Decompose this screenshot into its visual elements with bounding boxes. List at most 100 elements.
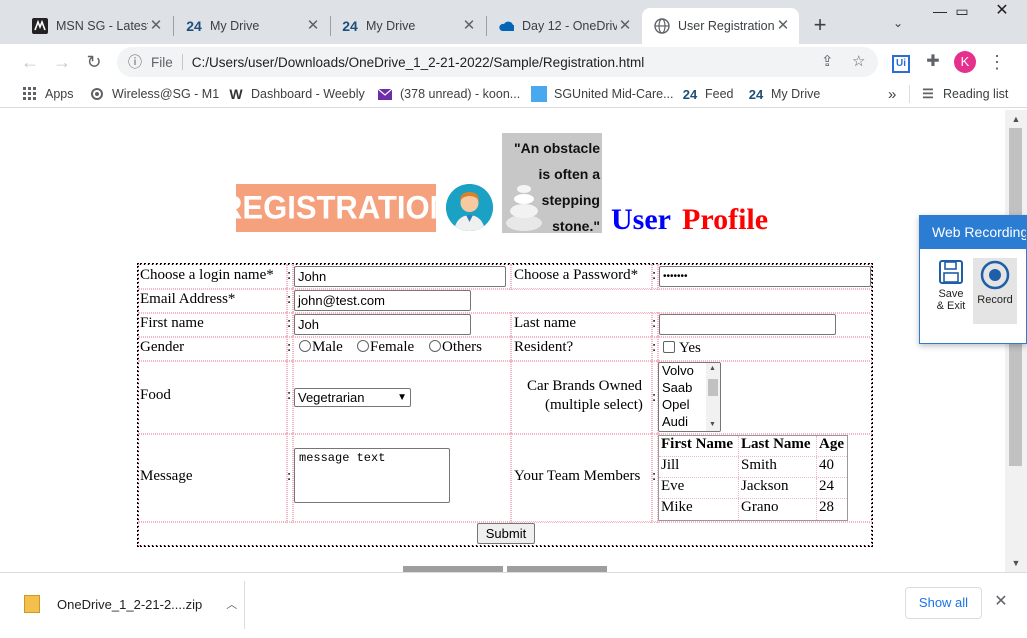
- table-cell: Smith: [739, 457, 817, 477]
- table-cell: 24: [819, 478, 834, 494]
- team-members-label: Your Team Members: [514, 468, 641, 484]
- tab-msn[interactable]: MSN SG - Latest ✕: [20, 8, 172, 44]
- submit-button[interactable]: Submit: [477, 523, 535, 544]
- checkbox[interactable]: [663, 341, 675, 353]
- window-close-button[interactable]: ✕: [985, 0, 1019, 22]
- bookmark-feed[interactable]: 24 Feed: [682, 84, 734, 104]
- radio-button[interactable]: [357, 340, 369, 352]
- maximize-button[interactable]: ▭: [945, 0, 979, 22]
- password-input[interactable]: •••••••: [659, 266, 871, 287]
- colon: :: [652, 339, 657, 355]
- radio-button[interactable]: [429, 340, 441, 352]
- bookmark-mail[interactable]: (378 unread) - koon...: [377, 84, 520, 104]
- close-icon[interactable]: ✕: [148, 18, 164, 34]
- colon: :: [287, 339, 292, 355]
- new-tab-button[interactable]: +: [808, 14, 832, 38]
- scroll-down-arrow-icon[interactable]: ▼: [709, 421, 716, 428]
- password-label: Choose a Password*: [514, 267, 639, 283]
- tab-search-chevron-icon[interactable]: ⌄: [888, 16, 908, 36]
- zip-file-icon: [24, 595, 40, 613]
- url-text[interactable]: C:/Users/user/Downloads/OneDrive_1_2-21-…: [192, 55, 644, 70]
- forward-arrow-icon[interactable]: →: [48, 48, 76, 76]
- globe-icon: [654, 18, 670, 34]
- multiselect-scrollbar[interactable]: ▲ ▼: [706, 363, 720, 431]
- last-name-input[interactable]: [659, 314, 836, 335]
- bookmark-square-icon: [531, 86, 547, 102]
- close-icon[interactable]: ✕: [461, 18, 477, 34]
- radio-button[interactable]: [299, 340, 311, 352]
- close-icon[interactable]: ✕: [617, 18, 633, 34]
- page-title-profile: Profile: [682, 203, 769, 236]
- save-exit-label: Save: [938, 288, 964, 300]
- colon: :: [287, 315, 292, 331]
- login-name-input[interactable]: John: [294, 266, 506, 287]
- first-name-input[interactable]: Joh: [294, 314, 471, 335]
- scroll-up-arrow-icon[interactable]: ▲: [709, 365, 716, 372]
- table-row: Mike Grano 28: [659, 499, 847, 520]
- address-bar[interactable]: ⓘ File C:/Users/user/Downloads/OneDrive_…: [117, 47, 878, 77]
- close-icon[interactable]: ✕: [305, 18, 321, 34]
- resident-checkbox-yes[interactable]: Yes: [663, 340, 701, 357]
- share-icon[interactable]: ⇪: [821, 52, 834, 70]
- profile-initial: K: [954, 51, 976, 73]
- close-icon[interactable]: ✕: [775, 18, 791, 34]
- scroll-up-arrow-icon[interactable]: ▲: [1005, 112, 1027, 126]
- reload-icon[interactable]: ↻: [80, 48, 108, 76]
- bookmark-my-drive[interactable]: 24 My Drive: [748, 84, 821, 104]
- puzzle-extensions-icon[interactable]: ✚: [921, 50, 945, 74]
- star-bookmark-icon[interactable]: ☆: [852, 52, 865, 70]
- record-button[interactable]: Record: [973, 258, 1017, 324]
- gender-radio-male[interactable]: Male: [299, 339, 343, 356]
- chevron-down-icon: ▼: [397, 392, 407, 403]
- kebab-menu-icon[interactable]: ⋮: [985, 50, 1009, 74]
- back-arrow-icon[interactable]: ←: [16, 48, 44, 76]
- download-bar: OneDrive_1_2-21-2....zip ︿ Show all ✕: [0, 572, 1027, 638]
- bookmark-label: SGUnited Mid-Care...: [554, 87, 674, 101]
- registration-banner-image: REGISTRATION: [220, 184, 452, 232]
- tab-my-drive-1[interactable]: 24 My Drive ✕: [174, 8, 329, 44]
- bookmark-label: (378 unread) - koon...: [400, 87, 521, 101]
- save-exit-button[interactable]: Save & Exit: [933, 258, 969, 324]
- uipath-extension-icon[interactable]: Ui: [889, 50, 913, 74]
- close-icon[interactable]: ✕: [991, 592, 1011, 612]
- url-scheme: File: [151, 54, 173, 70]
- page-content: REGISTRATION "An obstacle is often a ste…: [0, 110, 1005, 572]
- globe-icon: [89, 86, 105, 102]
- show-all-button[interactable]: Show all: [905, 587, 982, 619]
- tab-title: Day 12 - OneDriv: [522, 19, 617, 33]
- gender-radio-others[interactable]: Others: [429, 339, 482, 356]
- scroll-thumb[interactable]: [708, 379, 718, 396]
- column-header: Last Name: [739, 436, 817, 456]
- tab-user-registration[interactable]: User Registration ✕: [642, 8, 799, 44]
- email-input[interactable]: john@test.com: [294, 290, 471, 311]
- download-item[interactable]: OneDrive_1_2-21-2....zip ︿: [24, 593, 237, 615]
- bookmark-apps[interactable]: Apps: [22, 84, 74, 104]
- bookmark-wireless[interactable]: Wireless@SG - M1: [89, 84, 219, 104]
- bookmark-weebly[interactable]: W Dashboard - Weebly: [228, 84, 365, 104]
- bookmarks-overflow-chevron[interactable]: »: [888, 84, 896, 104]
- gender-radio-female[interactable]: Female: [357, 339, 414, 356]
- car-brands-multiselect[interactable]: Volvo Saab Opel Audi ▲ ▼: [658, 362, 721, 432]
- colon: :: [652, 267, 657, 283]
- table-cell: 28: [819, 499, 834, 515]
- profile-avatar[interactable]: K: [953, 50, 977, 74]
- scroll-down-arrow-icon[interactable]: ▼: [1005, 556, 1027, 570]
- tab-my-drive-2[interactable]: 24 My Drive ✕: [330, 8, 485, 44]
- tab-onedrive[interactable]: Day 12 - OneDriv ✕: [486, 8, 641, 44]
- food-label: Food: [140, 387, 171, 403]
- checkbox-label: Yes: [679, 340, 701, 356]
- table-cell: Eve: [659, 478, 739, 498]
- chevron-up-icon[interactable]: ︿: [226, 596, 237, 612]
- food-select[interactable]: Vegetrarian ▼: [294, 388, 411, 407]
- onedrive-cloud-icon: [498, 18, 514, 34]
- table-cell: 40: [819, 457, 834, 473]
- info-icon[interactable]: ⓘ: [121, 52, 149, 72]
- colon: :: [287, 387, 292, 403]
- message-textarea[interactable]: message text: [294, 448, 450, 503]
- quote-text: "An obstacle is often a stepping stone.": [514, 140, 600, 233]
- car-brands-label: Car Brands Owned: [527, 378, 642, 394]
- bookmark-sgunited[interactable]: SGUnited Mid-Care...: [531, 84, 673, 104]
- reading-list-button[interactable]: ☰ Reading list: [920, 84, 1008, 104]
- registration-form: Choose a login name* : John Choose a Pas…: [137, 263, 873, 547]
- bookmark-label: Dashboard - Weebly: [251, 87, 365, 101]
